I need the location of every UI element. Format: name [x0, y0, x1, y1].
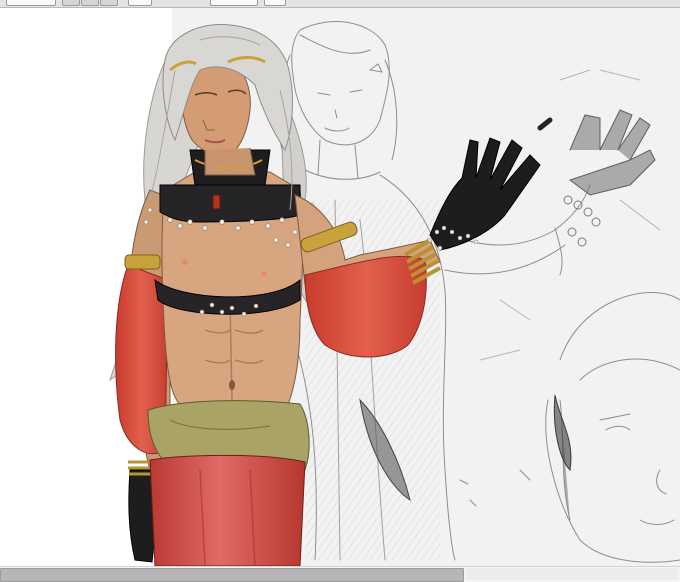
horizontal-scrollbar[interactable]	[0, 566, 680, 582]
scrollbar-thumb[interactable]	[0, 568, 464, 582]
top-toolbar	[0, 0, 680, 8]
toolbar-button-icon[interactable]	[264, 0, 286, 6]
sleeve-right	[304, 255, 427, 358]
toolbar-button-icon[interactable]	[62, 0, 80, 6]
armband-left	[124, 254, 161, 270]
red-skirt	[149, 454, 306, 566]
black-crop-top	[159, 184, 301, 223]
scrollbar-track[interactable]	[466, 568, 678, 580]
glove-left	[128, 469, 155, 563]
chest-jewel	[212, 194, 221, 210]
toolbar-field[interactable]	[210, 0, 258, 6]
toolbar-button-icon[interactable]	[100, 0, 118, 6]
artwork-canvas[interactable]	[0, 8, 680, 566]
canvas-viewport[interactable]	[0, 8, 680, 566]
paint-app-window	[0, 0, 680, 582]
toolbar-button-icon[interactable]	[81, 0, 99, 6]
toolbar-dropdown[interactable]	[6, 0, 56, 6]
toolbar-button-icon[interactable]	[128, 0, 152, 6]
